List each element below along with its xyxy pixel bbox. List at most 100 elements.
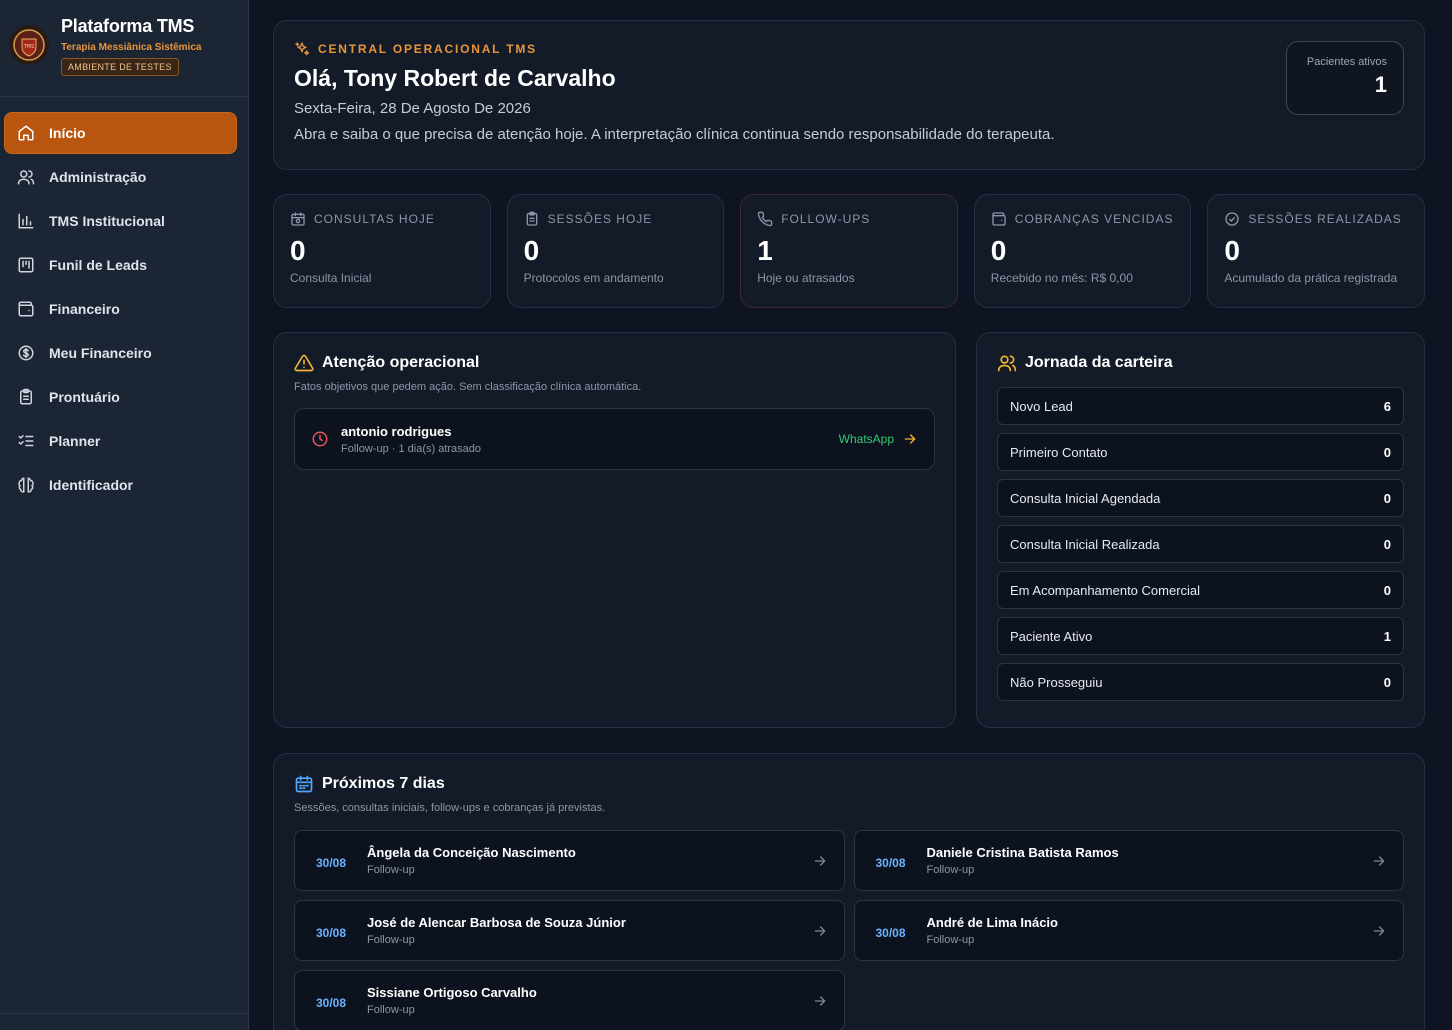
attention-item-meta: Follow-up · 1 dia(s) atrasado xyxy=(341,442,482,455)
appointment-item[interactable]: 30/08 Ângela da Conceição Nascimento Foll… xyxy=(294,830,845,891)
appointment-date: 30/08 xyxy=(316,995,347,1010)
appointment-name: Sissiane Ortigoso Carvalho xyxy=(367,985,537,1000)
sidebar-item-administracao[interactable]: Administração xyxy=(5,157,236,197)
arrow-right-icon xyxy=(814,855,825,866)
stage-count: 6 xyxy=(1383,398,1391,414)
stat-value: 0 xyxy=(1224,235,1240,266)
brain-icon xyxy=(18,477,34,493)
users-icon xyxy=(997,355,1017,372)
sidebar-item-label: Prontuário xyxy=(49,389,120,405)
sidebar-item-financeiro[interactable]: Financeiro xyxy=(5,289,236,329)
attention-title: Atenção operacional xyxy=(294,353,935,373)
calendar-clock-icon xyxy=(291,212,305,226)
appointment-name: Daniele Cristina Batista Ramos xyxy=(926,845,1119,860)
journey-title-text: Jornada da carteira xyxy=(1025,354,1173,371)
stage-label: Novo Lead xyxy=(1010,398,1073,414)
clipboard-icon xyxy=(20,388,32,405)
whatsapp-link[interactable]: WhatsApp xyxy=(839,431,918,447)
wallet-icon xyxy=(18,301,34,317)
arrow-right-icon xyxy=(814,925,825,936)
home-icon xyxy=(18,125,34,141)
stage-count: 0 xyxy=(1383,582,1391,598)
journey-stage[interactable]: Em Acompanhamento Comercial 0 xyxy=(997,571,1404,609)
attention-item[interactable]: antonio rodrigues Follow-up · 1 dia(s) a… xyxy=(294,408,935,470)
next-7-days-title-text: Próximos 7 dias xyxy=(322,775,445,792)
appointment-date: 30/08 xyxy=(316,855,347,870)
stat-card-sessoes-hoje[interactable]: SESSÕES HOJE 0 Protocolos em andamento xyxy=(506,194,725,308)
stat-label: COBRANÇAS VENCIDAS xyxy=(1014,212,1174,226)
next-7-days-subtitle: Sessões, consultas iniciais, follow-ups … xyxy=(294,802,606,814)
stage-label: Consulta Inicial Agendada xyxy=(1010,490,1161,506)
journey-stage[interactable]: Não Prosseguiu 0 xyxy=(997,663,1404,701)
sidebar-item-label: Administração xyxy=(49,169,147,185)
sidebar-item-label: Início xyxy=(49,125,86,141)
next-7-days-panel: Próximos 7 dias Sessões, consultas inici… xyxy=(273,753,1425,1030)
warning-triangle-icon xyxy=(294,354,314,372)
journey-panel: Jornada da carteira Novo Lead 6 Primeiro … xyxy=(976,332,1425,728)
appointment-type: Follow-up xyxy=(926,934,975,946)
stat-card-consultas-hoje[interactable]: CONSULTAS HOJE 0 Consulta Inicial xyxy=(273,194,491,308)
journey-stage[interactable]: Consulta Inicial Realizada 0 xyxy=(997,525,1404,563)
hero-eyebrow: CENTRAL OPERACIONAL TMS xyxy=(294,41,1404,57)
sidebar-item-funil-de-leads[interactable]: Funil de Leads xyxy=(5,245,236,285)
appointment-name: Ângela da Conceição Nascimento xyxy=(367,845,576,860)
sparkles-icon xyxy=(295,42,310,56)
stat-card-follow-ups[interactable]: FOLLOW-UPS 1 Hoje ou atrasados xyxy=(740,194,958,308)
appointment-item[interactable]: 30/08 Sissiane Ortigoso Carvalho Follow-u… xyxy=(294,970,845,1030)
bar-chart-icon xyxy=(18,213,34,229)
attention-panel: Atenção operacional Fatos objetivos que … xyxy=(273,332,956,728)
stat-value: 0 xyxy=(290,235,306,266)
stat-label: SESSÕES HOJE xyxy=(547,212,653,226)
check-circle-icon xyxy=(1225,212,1240,226)
sidebar-nav: Início Administração TMS Institucional F… xyxy=(0,97,248,505)
stats-row: CONSULTAS HOJE 0 Consulta Inicial SESSÕE… xyxy=(273,194,1425,308)
active-patients-value: 1 xyxy=(1374,72,1387,97)
wallet-icon xyxy=(992,212,1006,226)
appointment-type: Follow-up xyxy=(367,864,415,876)
stage-label: Primeiro Contato xyxy=(1010,444,1108,460)
journey-stage[interactable]: Primeiro Contato 0 xyxy=(997,433,1404,471)
journey-stage-list: Novo Lead 6 Primeiro Contato 0 Consulta In… xyxy=(997,387,1404,701)
sidebar-item-label: Financeiro xyxy=(49,301,120,317)
sidebar-item-label: Identificador xyxy=(49,477,134,493)
environment-badge: AMBIENTE DE TESTES xyxy=(61,58,179,76)
next-7-days-title: Próximos 7 dias xyxy=(294,774,1404,794)
stat-card-cobrancas-vencidas[interactable]: COBRANÇAS VENCIDAS 0 Recebido no mês: R$… xyxy=(973,194,1192,308)
sidebar-item-identificador[interactable]: Identificador xyxy=(5,465,236,505)
sidebar-item-meu-financeiro[interactable]: Meu Financeiro xyxy=(5,333,236,373)
stat-subtext: Recebido no mês: R$ 0,00 xyxy=(990,271,1133,285)
sidebar-item-prontuario[interactable]: Prontuário xyxy=(5,377,236,417)
stat-label: CONSULTAS HOJE xyxy=(314,212,435,226)
journey-title: Jornada da carteira xyxy=(997,353,1404,373)
sidebar-item-inicio[interactable]: Início xyxy=(5,113,236,153)
sidebar-item-label: TMS Institucional xyxy=(49,213,165,229)
active-patients-box: Pacientes ativos 1 xyxy=(1286,41,1404,115)
journey-stage[interactable]: Paciente Ativo 1 xyxy=(997,617,1404,655)
stage-label: Não Prosseguiu xyxy=(1010,674,1103,690)
clock-icon xyxy=(312,431,328,447)
svg-text:TMS: TMS xyxy=(23,44,35,50)
appointment-item[interactable]: 30/08 Daniele Cristina Batista Ramos Foll… xyxy=(853,830,1404,891)
sidebar-footer-divider xyxy=(0,1013,248,1014)
hero-description: Abra e saiba o que precisa de atenção ho… xyxy=(294,126,1055,143)
dollar-circle-icon xyxy=(18,345,34,361)
appointment-item[interactable]: 30/08 André de Lima Inácio Follow-up xyxy=(853,900,1404,961)
hero-eyebrow-text: CENTRAL OPERACIONAL TMS xyxy=(318,42,537,56)
main-content: CENTRAL OPERACIONAL TMS Olá, Tony Robert… xyxy=(249,0,1452,1030)
middle-row: Atenção operacional Fatos objetivos que … xyxy=(273,332,1425,728)
stage-count: 0 xyxy=(1383,674,1391,690)
sidebar-item-planner[interactable]: Planner xyxy=(5,421,236,461)
arrow-right-icon xyxy=(1373,855,1385,866)
stat-label: SESSÕES REALIZADAS xyxy=(1248,212,1402,226)
journey-stage[interactable]: Consulta Inicial Agendada 0 xyxy=(997,479,1404,517)
journey-stage[interactable]: Novo Lead 6 xyxy=(997,387,1404,425)
stat-value: 0 xyxy=(990,235,1007,266)
brand-title: Plataforma TMS xyxy=(61,16,195,36)
stat-subtext: Acumulado da prática registrada xyxy=(1224,271,1398,285)
sidebar-item-tms-institucional[interactable]: TMS Institucional xyxy=(5,201,236,241)
phone-icon xyxy=(757,211,773,227)
appointment-item[interactable]: 30/08 José de Alencar Barbosa de Souza J… xyxy=(294,900,845,961)
stat-card-sessoes-realizadas[interactable]: SESSÕES REALIZADAS 0 Acumulado da prátic… xyxy=(1207,194,1425,308)
stage-label: Consulta Inicial Realizada xyxy=(1010,536,1160,552)
attention-subtitle: Fatos objetivos que pedem ação. Sem clas… xyxy=(294,381,642,393)
